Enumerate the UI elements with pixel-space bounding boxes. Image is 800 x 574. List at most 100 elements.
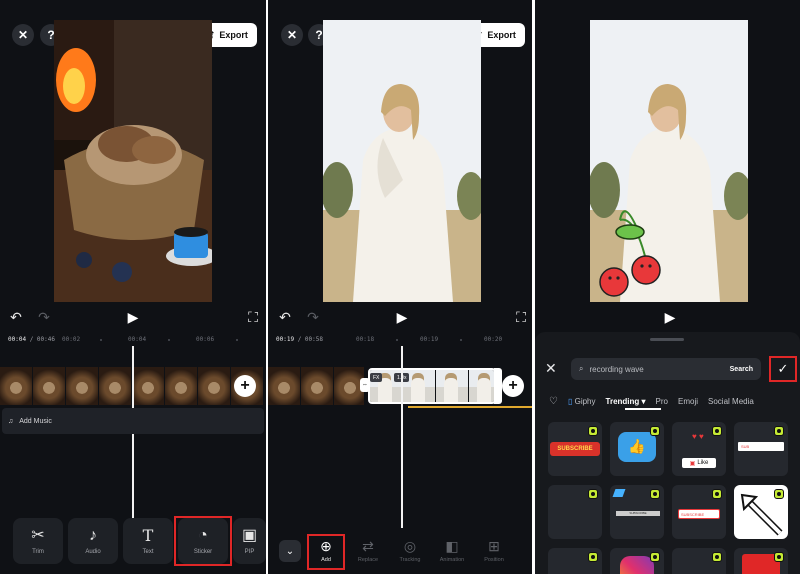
sticker-track[interactable] xyxy=(408,406,532,408)
clip-thumbnail xyxy=(301,367,334,405)
pro-badge-icon xyxy=(712,426,722,436)
close-icon[interactable]: ✕ xyxy=(281,24,303,46)
video-preview[interactable] xyxy=(590,20,748,302)
editor-panel-sticker-added: ✕ ? ⇪ Export ↶ ↷ ▶ ⛶ 00:19 / 00:58 00:18… xyxy=(268,0,532,574)
sticker-item[interactable]: SUBSCRIBE xyxy=(548,422,602,476)
sticker-text: SUBSCRIBE xyxy=(616,511,660,516)
pro-badge-icon xyxy=(712,489,722,499)
time-tick: 00:19 xyxy=(420,336,439,343)
tab-trending[interactable]: Trending ▾ xyxy=(606,397,646,406)
undo-icon[interactable]: ↶ xyxy=(277,309,293,325)
close-icon[interactable]: ✕ xyxy=(12,24,34,46)
tool-position[interactable]: ⊞ Position xyxy=(477,539,511,563)
favorites-heart-icon[interactable]: ♡ xyxy=(549,396,558,407)
music-note-icon: ♪ xyxy=(89,526,97,544)
tool-audio[interactable]: ♪ Audio xyxy=(68,518,118,564)
collapse-button[interactable]: ⌄ xyxy=(279,540,301,562)
video-preview[interactable] xyxy=(323,20,481,302)
add-clip-button[interactable]: + xyxy=(502,375,524,397)
editor-panel-sticker-tab: ✕ ? ⇪ Export xyxy=(0,0,266,574)
time-tick: 00:20 xyxy=(484,336,503,343)
play-icon[interactable]: ▶ xyxy=(662,309,678,325)
redo-icon[interactable]: ↷ xyxy=(36,309,52,325)
sticker-item[interactable]: ▣ Like ♥ ♥ xyxy=(672,422,726,476)
sticker-item[interactable]: SUBSCRIBE xyxy=(610,485,664,539)
animation-icon: ◧ xyxy=(445,538,459,554)
sticker-search-input[interactable]: ⌕ recording wave Search xyxy=(571,358,761,380)
tool-text[interactable]: T Text xyxy=(123,518,173,564)
clip-thumbnail xyxy=(33,367,66,405)
fullscreen-icon[interactable]: ⛶ xyxy=(513,309,529,325)
sheet-handle[interactable] xyxy=(650,338,684,341)
pro-badge-icon xyxy=(774,489,784,499)
add-clip-button[interactable]: + xyxy=(234,375,256,397)
sticker-text: SUBSCRIBE xyxy=(678,509,720,519)
sticker-item[interactable] xyxy=(610,548,664,574)
time-tick: 00:04 xyxy=(128,336,147,343)
pro-badge-icon xyxy=(712,552,722,562)
tick-dot xyxy=(396,339,398,341)
chevron-down-icon: ▾ xyxy=(641,397,646,406)
clip-thumbnail xyxy=(198,367,231,405)
woman-portrait-with-sticker-image xyxy=(590,20,748,302)
sticker-item[interactable] xyxy=(734,485,788,539)
tick-dot xyxy=(100,339,102,341)
sticker-item[interactable] xyxy=(672,548,726,574)
play-icon[interactable]: ▶ xyxy=(394,309,410,325)
video-preview[interactable] xyxy=(54,20,212,302)
sticker-text: SUB xyxy=(738,442,784,451)
tool-tracking[interactable]: ◎ Tracking xyxy=(393,539,427,563)
sticker-item[interactable]: 👍 xyxy=(610,422,664,476)
play-icon[interactable]: ▶ xyxy=(125,309,141,325)
tool-trim[interactable]: ✂ Trim xyxy=(13,518,63,564)
sticker-category-tabs: ♡ ▯ Giphy Trending ▾ Pro Emoji Social Me… xyxy=(549,396,754,407)
redo-icon[interactable]: ↷ xyxy=(305,309,321,325)
sticker-item[interactable] xyxy=(734,548,788,574)
tracking-icon: ◎ xyxy=(403,538,417,554)
pro-badge-icon xyxy=(650,489,660,499)
sticker-text: SUBSCRIBE xyxy=(550,442,600,456)
sticker-item[interactable]: SUB xyxy=(734,422,788,476)
tab-social-media[interactable]: Social Media xyxy=(708,397,754,406)
selected-clip[interactable] xyxy=(368,368,496,404)
sticker-item[interactable] xyxy=(548,485,602,539)
music-note-icon: ♫ xyxy=(8,417,14,425)
timecode: 00:04 / 00:46 xyxy=(8,336,55,343)
sticker-item[interactable]: SUBSCRIBE xyxy=(672,485,726,539)
tool-pip[interactable]: ▣ PIP xyxy=(233,518,266,564)
pip-icon: ▣ xyxy=(241,526,258,544)
confirm-check-button[interactable]: ✓ xyxy=(769,356,797,382)
time-tick: 00:02 xyxy=(62,336,81,343)
replace-icon: ⇄ xyxy=(362,538,374,554)
tool-animation[interactable]: ◧ Animation xyxy=(435,539,469,563)
undo-icon[interactable]: ↶ xyxy=(8,309,24,325)
tick-dot xyxy=(168,339,170,341)
pro-badge-icon xyxy=(650,552,660,562)
thumbs-up-icon: 👍 xyxy=(628,438,646,454)
tab-pro[interactable]: Pro xyxy=(656,397,668,406)
clip-thumbnail xyxy=(99,367,132,405)
playhead[interactable] xyxy=(401,346,403,528)
timecode: 00:19 / 00:58 xyxy=(276,336,323,343)
clip-thumbnail xyxy=(0,367,33,405)
add-music-track[interactable]: ♫ Add Music xyxy=(2,408,264,434)
clip-thumbnail xyxy=(66,367,99,405)
time-tick: 00:06 xyxy=(196,336,215,343)
tab-emoji[interactable]: Emoji xyxy=(678,397,698,406)
video-track-previous[interactable] xyxy=(268,367,364,405)
fullscreen-icon[interactable]: ⛶ xyxy=(245,309,261,325)
close-icon[interactable]: ✕ xyxy=(545,360,557,377)
trim-handle[interactable] xyxy=(494,368,502,404)
sticker-item[interactable] xyxy=(548,548,602,574)
tab-giphy[interactable]: ▯ Giphy xyxy=(568,397,596,406)
sticker-sheet: ✕ ⌕ recording wave Search ✓ ♡ ▯ Giphy Tr… xyxy=(535,332,800,574)
instagram-icon xyxy=(620,556,654,574)
search-button[interactable]: Search xyxy=(730,366,753,373)
fx-tag: FX xyxy=(370,373,383,382)
active-tab-indicator xyxy=(625,408,661,410)
giphy-icon: ▯ xyxy=(567,397,573,406)
heart-icon: ▣ xyxy=(689,460,696,467)
clip-thumbnail xyxy=(469,370,494,402)
tool-replace[interactable]: ⇄ Replace xyxy=(351,539,385,563)
time-tick: 00:18 xyxy=(356,336,375,343)
